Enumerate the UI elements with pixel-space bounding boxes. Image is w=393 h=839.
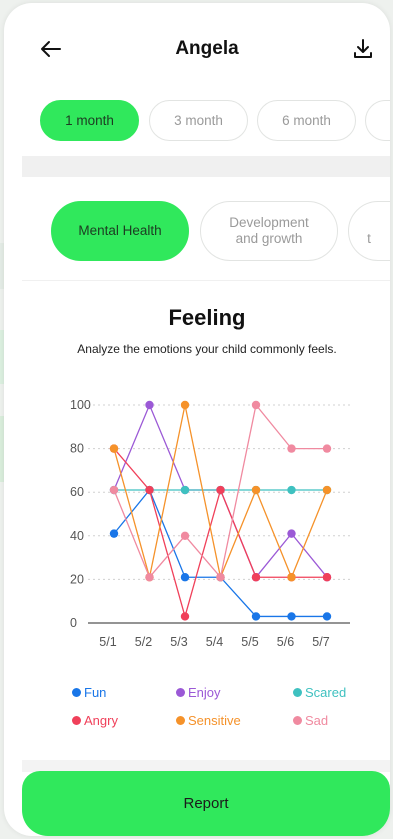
legend-item-sad: Sad [293, 711, 328, 729]
legend-dot [293, 687, 302, 697]
data-point-fun [180, 573, 190, 582]
legend-label: Fun [84, 684, 107, 700]
report-button-label: Report [183, 795, 229, 812]
report-button[interactable]: Report [22, 771, 390, 836]
screen-content: Angela 1 month 3 month 6 month 1 Mental … [22, 3, 390, 836]
x-tick-label: 5/5 [241, 635, 258, 649]
data-point-sad [180, 531, 190, 540]
feeling-line-chart: 0 20 40 60 80 100 5/1 5/2 5/3 5/4 5/5 5/6 5/7 [70, 398, 350, 649]
data-point-sad [322, 444, 332, 453]
data-point-sensitive [322, 485, 332, 495]
legend-item-scared: Scared [293, 683, 346, 701]
legend-dot [72, 687, 81, 697]
legend-label: Scared [305, 684, 347, 700]
data-point-scared [180, 485, 190, 495]
x-tick-label: 5/4 [206, 635, 223, 649]
data-point-angry [216, 485, 225, 495]
data-point-sad [251, 400, 261, 410]
y-tick-label: 20 [70, 572, 84, 586]
divider [22, 156, 390, 177]
app-header: Angela [22, 3, 390, 95]
data-point-fun [287, 612, 296, 621]
tab-1-year[interactable]: 1 [365, 100, 390, 141]
legend-label: Sensitive [188, 712, 241, 728]
legend-item-enjoy: Enjoy [176, 683, 221, 701]
legend-dot [72, 715, 81, 725]
tab-label: Mental Health [78, 223, 162, 238]
legend-label: Enjoy [188, 684, 221, 700]
x-tick-label: 5/3 [170, 635, 187, 649]
legend-dot [293, 715, 302, 725]
y-tick-label: 80 [70, 442, 84, 456]
divider [22, 280, 390, 281]
tab-label: 1 [389, 113, 390, 128]
tab-3-month[interactable]: 3 month [149, 100, 248, 141]
series-line-fun [113, 488, 327, 618]
data-point-sad [216, 573, 225, 582]
tab-more-category[interactable]: t [348, 201, 390, 261]
legend-item-fun: Fun [72, 683, 106, 701]
y-tick-label: 40 [70, 529, 84, 543]
data-point-angry [251, 573, 261, 582]
data-point-angry [180, 612, 190, 621]
phone-screen: Angela 1 month 3 month 6 month 1 Mental … [4, 3, 390, 836]
data-point-enjoy [287, 529, 296, 538]
chart-subtitle: Analyze the emotions your child commonly… [77, 342, 337, 356]
x-tick-label: 5/1 [99, 635, 116, 649]
legend-item-angry: Angry [72, 711, 118, 729]
data-point-angry [145, 485, 154, 495]
tab-6-month[interactable]: 6 month [257, 100, 356, 141]
download-icon [354, 39, 372, 58]
tab-label: 6 month [282, 113, 331, 128]
tab-label: t [367, 231, 371, 246]
data-point-angry [322, 573, 332, 582]
y-tick-label: 60 [70, 485, 84, 499]
legend-dot [176, 715, 185, 725]
data-point-fun [322, 612, 332, 621]
data-point-sad [145, 573, 154, 582]
legend-label: Sad [305, 712, 329, 728]
data-point-enjoy [145, 400, 154, 410]
data-point-fun [109, 529, 119, 538]
data-point-sensitive [251, 485, 261, 495]
download-button[interactable] [350, 36, 376, 62]
legend-label: Angry [84, 712, 118, 728]
data-point-sad [109, 485, 119, 495]
chart-title: Feeling [168, 305, 246, 330]
data-point-sensitive [287, 573, 296, 582]
tab-label: Development and growth [229, 215, 309, 246]
x-tick-label: 5/6 [277, 635, 294, 649]
data-point-sensitive [180, 400, 190, 410]
tab-label: 1 month [65, 113, 114, 128]
page-title: Angela [175, 38, 239, 59]
tab-1-month[interactable]: 1 month [40, 100, 139, 141]
tab-development-growth[interactable]: Development and growth [200, 201, 338, 261]
tab-mental-health[interactable]: Mental Health [51, 201, 189, 261]
x-tick-label: 5/2 [135, 635, 152, 649]
data-point-sensitive [109, 444, 119, 453]
x-tick-label: 5/7 [312, 635, 329, 649]
data-point-sad [287, 444, 296, 453]
y-tick-label: 100 [70, 398, 91, 412]
legend-item-sensitive: Sensitive [176, 711, 241, 729]
data-point-fun [251, 612, 261, 621]
data-point-scared [287, 485, 296, 495]
y-tick-label: 0 [70, 616, 77, 630]
tab-label: 3 month [174, 113, 223, 128]
legend-dot [176, 687, 185, 697]
